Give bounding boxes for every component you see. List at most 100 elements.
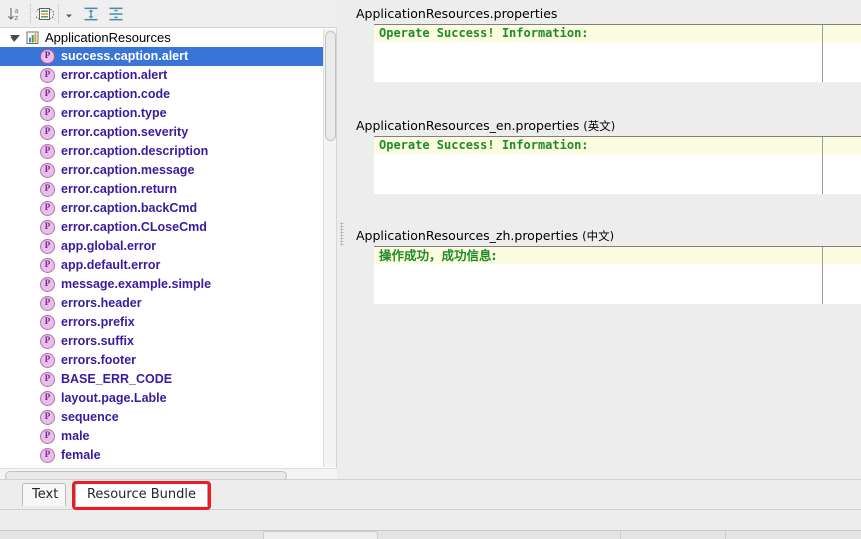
tree-toolbar: a z [0,0,337,28]
tree-item-label: message.example.simple [61,277,212,291]
tree-item-row[interactable]: Pfemale [0,446,330,465]
locale-file-name: ApplicationResources_en.properties [356,118,580,133]
locale-group-title: ApplicationResources_zh.properties (中文) [356,228,621,244]
locale-value-text[interactable]: Operate Success! Information: [379,137,589,154]
editor-mode-tabs: Text Resource Bundle [0,479,861,509]
tree-root-row[interactable]: ApplicationResources [0,28,330,47]
property-key-icon: P [40,258,55,273]
collapse-all-button[interactable] [105,3,127,25]
keys-pane: a z ApplicationResources P success.capti… [0,0,337,481]
tree-root-label: ApplicationResources [45,30,171,45]
resource-bundle-editor: a z ApplicationResources P success.capti… [0,0,861,539]
tree-item-label: error.caption.CLoseCmd [61,220,207,234]
tree-item-row[interactable]: Pmessage.example.simple [0,275,330,294]
locale-group: ApplicationResources_en.properties (英文) O… [347,118,861,194]
tab-resource-bundle[interactable]: Resource Bundle [75,483,208,506]
tree-item-row[interactable]: Perror.caption.severity [0,123,330,142]
tree-item-row[interactable]: P BASE_ERR_CODE [0,370,330,389]
editor-right-margin-line [822,137,823,194]
tree-item-row[interactable]: Perror.caption.return [0,180,330,199]
tree-item-label: success.caption.alert [61,49,189,63]
tree-item-label: BASE_ERR_CODE [61,372,173,386]
tree-item-row[interactable]: Perrors.header [0,294,330,313]
tree-item-row[interactable]: Perrors.footer [0,351,330,370]
tree-item-row[interactable]: Perror.caption.CLoseCmd [0,218,330,237]
resource-bundle-icon [25,30,40,45]
collapse-all-icon [109,7,123,21]
tree-item-row[interactable]: Papp.global.error [0,237,330,256]
sort-az-icon: a z [8,7,19,22]
tree-item-row[interactable]: Perror.caption.type [0,104,330,123]
locale-file-name: ApplicationResources.properties [356,6,558,21]
property-key-icon: P [40,429,55,444]
property-key-icon: P [40,334,55,349]
tree-item-row[interactable]: Perror.caption.backCmd [0,199,330,218]
tree-vertical-scrollbar-thumb[interactable] [325,31,336,141]
locale-group: ApplicationResources.properties Operate S… [347,6,861,82]
sort-alphabetically-button[interactable]: a z [4,3,26,25]
tree-item-label: female [61,448,101,462]
toolbar-separator-2 [58,4,60,23]
tree-item-row[interactable]: Pmale [0,427,330,446]
status-bar-divider-2 [725,531,726,539]
tree-item-label: errors.header [61,296,142,310]
locale-value-text[interactable]: 操作成功，成功信息: [379,247,497,264]
tree-item-label: errors.suffix [61,334,134,348]
tree-item-row[interactable]: Perror.caption.message [0,161,330,180]
tree-item-row[interactable]: Perror.caption.description [0,142,330,161]
tree-item-label: error.caption.alert [61,68,168,82]
tree-item-label: error.caption.type [61,106,167,120]
property-key-icon: P [40,220,55,235]
locale-value-editor[interactable]: 操作成功，成功信息: [374,246,861,304]
keys-tree-scroll[interactable]: ApplicationResources Psuccess.caption.ale… [0,28,337,468]
tree-item-row[interactable]: Playout.page.Lable [0,389,330,408]
tree-item-row[interactable]: Psuccess.caption.alert [0,47,330,66]
property-key-icon: P [40,296,55,311]
splitter-grip-icon [340,222,344,246]
tree-item-label: app.default.error [61,258,161,272]
group-by-prefix-button[interactable] [34,3,56,25]
property-key-icon: P [40,49,55,64]
tree-vertical-scrollbar[interactable] [323,29,336,467]
editor-right-margin-line [822,25,823,82]
tab-text[interactable]: Text [22,483,66,506]
tree-item-row[interactable]: Papp.default.error [0,256,330,275]
tree-item-label: errors.footer [61,353,137,367]
toolbar-dropdown-button[interactable] [62,3,76,25]
pane-splitter[interactable] [337,0,347,479]
locale-values-pane: ApplicationResources.properties Operate S… [347,0,861,479]
tree-item-label: error.caption.description [61,144,209,158]
bottom-strip [0,510,861,531]
svg-text:z: z [15,14,19,22]
tree-item-label: error.caption.code [61,87,171,101]
property-key-icon: P [40,163,55,178]
status-bar [0,531,861,539]
property-key-icon: P [40,201,55,216]
locale-group: ApplicationResources_zh.properties (中文) 操… [347,228,861,304]
locale-value-editor[interactable]: Operate Success! Information: [374,24,861,82]
locale-group-title: ApplicationResources.properties [356,6,564,21]
tree-item-row[interactable]: Perror.caption.code [0,85,330,104]
property-key-icon: P [40,315,55,330]
tree-item-row[interactable]: Perrors.suffix [0,332,330,351]
tree-item-row[interactable]: Psequence [0,408,330,427]
locale-value-editor[interactable]: Operate Success! Information: [374,136,861,194]
tree-item-row[interactable]: Perrors.prefix [0,313,330,332]
keys-tree: ApplicationResources Psuccess.caption.ale… [0,28,330,465]
triangle-down-icon[interactable] [8,31,22,45]
property-key-icon: P [40,391,55,406]
property-key-icon: P [40,125,55,140]
locale-language-label: (中文) [582,229,615,243]
tree-item-label: error.caption.message [61,163,195,177]
tree-item-label: errors.prefix [61,315,135,329]
locale-value-text[interactable]: Operate Success! Information: [379,25,589,42]
locale-file-name: ApplicationResources_zh.properties [356,228,579,243]
expand-all-button[interactable] [80,3,102,25]
property-key-icon: P [40,144,55,159]
chevron-down-icon [66,14,72,18]
tree-item-label: male [61,429,90,443]
status-bar-segment [263,531,378,539]
tree-item-row[interactable]: Perror.caption.alert [0,66,330,85]
list-properties-icon [36,8,54,20]
tree-item-label: app.global.error [61,239,157,253]
